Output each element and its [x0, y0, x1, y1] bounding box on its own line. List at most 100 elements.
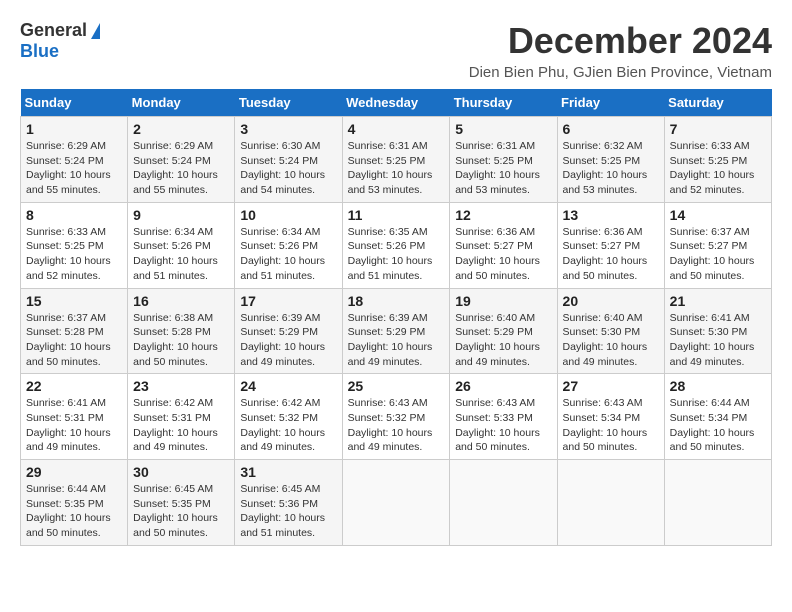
sunset-label: Sunset: 5:25 PM — [26, 240, 104, 252]
day-info: Sunrise: 6:45 AM Sunset: 5:36 PM Dayligh… — [240, 482, 336, 541]
table-row: 18 Sunrise: 6:39 AM Sunset: 5:29 PM Dayl… — [342, 288, 450, 374]
sunset-label: Sunset: 5:30 PM — [563, 326, 641, 338]
day-info: Sunrise: 6:45 AM Sunset: 5:35 PM Dayligh… — [133, 482, 229, 541]
day-info: Sunrise: 6:40 AM Sunset: 5:30 PM Dayligh… — [563, 311, 659, 370]
day-info: Sunrise: 6:44 AM Sunset: 5:35 PM Dayligh… — [26, 482, 122, 541]
day-info: Sunrise: 6:31 AM Sunset: 5:25 PM Dayligh… — [455, 139, 551, 198]
sunrise-label: Sunrise: 6:42 AM — [240, 397, 320, 409]
day-info: Sunrise: 6:40 AM Sunset: 5:29 PM Dayligh… — [455, 311, 551, 370]
day-info: Sunrise: 6:33 AM Sunset: 5:25 PM Dayligh… — [670, 139, 766, 198]
day-number: 2 — [133, 121, 229, 137]
daylight-label: Daylight: 10 hours and 49 minutes. — [240, 341, 325, 368]
daylight-label: Daylight: 10 hours and 49 minutes. — [26, 427, 111, 454]
day-number: 28 — [670, 378, 766, 394]
location-text: Dien Bien Phu, GJien Bien Province, Viet… — [469, 64, 772, 81]
sunset-label: Sunset: 5:26 PM — [133, 240, 211, 252]
sunrise-label: Sunrise: 6:43 AM — [455, 397, 535, 409]
header-saturday: Saturday — [664, 89, 771, 117]
day-number: 29 — [26, 464, 122, 480]
daylight-label: Daylight: 10 hours and 53 minutes. — [455, 169, 540, 196]
sunset-label: Sunset: 5:27 PM — [670, 240, 748, 252]
header-sunday: Sunday — [21, 89, 128, 117]
day-info: Sunrise: 6:36 AM Sunset: 5:27 PM Dayligh… — [455, 225, 551, 284]
daylight-label: Daylight: 10 hours and 49 minutes. — [563, 341, 648, 368]
daylight-label: Daylight: 10 hours and 52 minutes. — [26, 255, 111, 282]
sunrise-label: Sunrise: 6:41 AM — [670, 312, 750, 324]
sunrise-label: Sunrise: 6:44 AM — [670, 397, 750, 409]
header-monday: Monday — [128, 89, 235, 117]
table-row: 3 Sunrise: 6:30 AM Sunset: 5:24 PM Dayli… — [235, 117, 342, 203]
sunrise-label: Sunrise: 6:40 AM — [563, 312, 643, 324]
daylight-label: Daylight: 10 hours and 50 minutes. — [563, 427, 648, 454]
sunset-label: Sunset: 5:26 PM — [348, 240, 426, 252]
sunrise-label: Sunrise: 6:31 AM — [348, 140, 428, 152]
day-number: 23 — [133, 378, 229, 394]
day-number: 5 — [455, 121, 551, 137]
sunrise-label: Sunrise: 6:36 AM — [563, 226, 643, 238]
day-number: 10 — [240, 207, 336, 223]
sunrise-label: Sunrise: 6:39 AM — [240, 312, 320, 324]
day-info: Sunrise: 6:31 AM Sunset: 5:25 PM Dayligh… — [348, 139, 445, 198]
sunset-label: Sunset: 5:24 PM — [133, 155, 211, 167]
table-row — [342, 460, 450, 546]
sunset-label: Sunset: 5:29 PM — [348, 326, 426, 338]
day-info: Sunrise: 6:37 AM Sunset: 5:27 PM Dayligh… — [670, 225, 766, 284]
daylight-label: Daylight: 10 hours and 50 minutes. — [133, 512, 218, 539]
calendar-header-row: Sunday Monday Tuesday Wednesday Thursday… — [21, 89, 772, 117]
day-info: Sunrise: 6:41 AM Sunset: 5:31 PM Dayligh… — [26, 396, 122, 455]
sunrise-label: Sunrise: 6:43 AM — [563, 397, 643, 409]
day-info: Sunrise: 6:43 AM Sunset: 5:34 PM Dayligh… — [563, 396, 659, 455]
calendar-table: Sunday Monday Tuesday Wednesday Thursday… — [20, 89, 772, 546]
sunrise-label: Sunrise: 6:31 AM — [455, 140, 535, 152]
sunrise-label: Sunrise: 6:33 AM — [26, 226, 106, 238]
table-row: 28 Sunrise: 6:44 AM Sunset: 5:34 PM Dayl… — [664, 374, 771, 460]
sunrise-label: Sunrise: 6:45 AM — [240, 483, 320, 495]
sunrise-label: Sunrise: 6:45 AM — [133, 483, 213, 495]
daylight-label: Daylight: 10 hours and 53 minutes. — [563, 169, 648, 196]
day-number: 24 — [240, 378, 336, 394]
table-row: 15 Sunrise: 6:37 AM Sunset: 5:28 PM Dayl… — [21, 288, 128, 374]
sunset-label: Sunset: 5:30 PM — [670, 326, 748, 338]
day-number: 13 — [563, 207, 659, 223]
day-number: 26 — [455, 378, 551, 394]
month-title: December 2024 — [469, 20, 772, 62]
header-thursday: Thursday — [450, 89, 557, 117]
day-info: Sunrise: 6:29 AM Sunset: 5:24 PM Dayligh… — [133, 139, 229, 198]
day-number: 12 — [455, 207, 551, 223]
day-info: Sunrise: 6:33 AM Sunset: 5:25 PM Dayligh… — [26, 225, 122, 284]
day-info: Sunrise: 6:41 AM Sunset: 5:30 PM Dayligh… — [670, 311, 766, 370]
daylight-label: Daylight: 10 hours and 51 minutes. — [133, 255, 218, 282]
sunset-label: Sunset: 5:34 PM — [670, 412, 748, 424]
day-number: 16 — [133, 293, 229, 309]
table-row: 6 Sunrise: 6:32 AM Sunset: 5:25 PM Dayli… — [557, 117, 664, 203]
sunset-label: Sunset: 5:33 PM — [455, 412, 533, 424]
table-row: 17 Sunrise: 6:39 AM Sunset: 5:29 PM Dayl… — [235, 288, 342, 374]
sunrise-label: Sunrise: 6:33 AM — [670, 140, 750, 152]
day-number: 31 — [240, 464, 336, 480]
day-number: 15 — [26, 293, 122, 309]
daylight-label: Daylight: 10 hours and 49 minutes. — [348, 427, 433, 454]
sunset-label: Sunset: 5:36 PM — [240, 498, 318, 510]
title-section: December 2024 Dien Bien Phu, GJien Bien … — [469, 20, 772, 81]
table-row — [664, 460, 771, 546]
calendar-week-1: 1 Sunrise: 6:29 AM Sunset: 5:24 PM Dayli… — [21, 117, 772, 203]
sunrise-label: Sunrise: 6:32 AM — [563, 140, 643, 152]
table-row: 30 Sunrise: 6:45 AM Sunset: 5:35 PM Dayl… — [128, 460, 235, 546]
daylight-label: Daylight: 10 hours and 49 minutes. — [455, 341, 540, 368]
day-number: 27 — [563, 378, 659, 394]
daylight-label: Daylight: 10 hours and 49 minutes. — [348, 341, 433, 368]
daylight-label: Daylight: 10 hours and 51 minutes. — [240, 255, 325, 282]
calendar-week-5: 29 Sunrise: 6:44 AM Sunset: 5:35 PM Dayl… — [21, 460, 772, 546]
daylight-label: Daylight: 10 hours and 50 minutes. — [26, 341, 111, 368]
table-row: 21 Sunrise: 6:41 AM Sunset: 5:30 PM Dayl… — [664, 288, 771, 374]
sunset-label: Sunset: 5:32 PM — [240, 412, 318, 424]
day-info: Sunrise: 6:38 AM Sunset: 5:28 PM Dayligh… — [133, 311, 229, 370]
table-row: 4 Sunrise: 6:31 AM Sunset: 5:25 PM Dayli… — [342, 117, 450, 203]
table-row: 13 Sunrise: 6:36 AM Sunset: 5:27 PM Dayl… — [557, 202, 664, 288]
day-number: 3 — [240, 121, 336, 137]
sunrise-label: Sunrise: 6:39 AM — [348, 312, 428, 324]
sunrise-label: Sunrise: 6:44 AM — [26, 483, 106, 495]
table-row — [557, 460, 664, 546]
day-number: 20 — [563, 293, 659, 309]
day-number: 11 — [348, 207, 445, 223]
